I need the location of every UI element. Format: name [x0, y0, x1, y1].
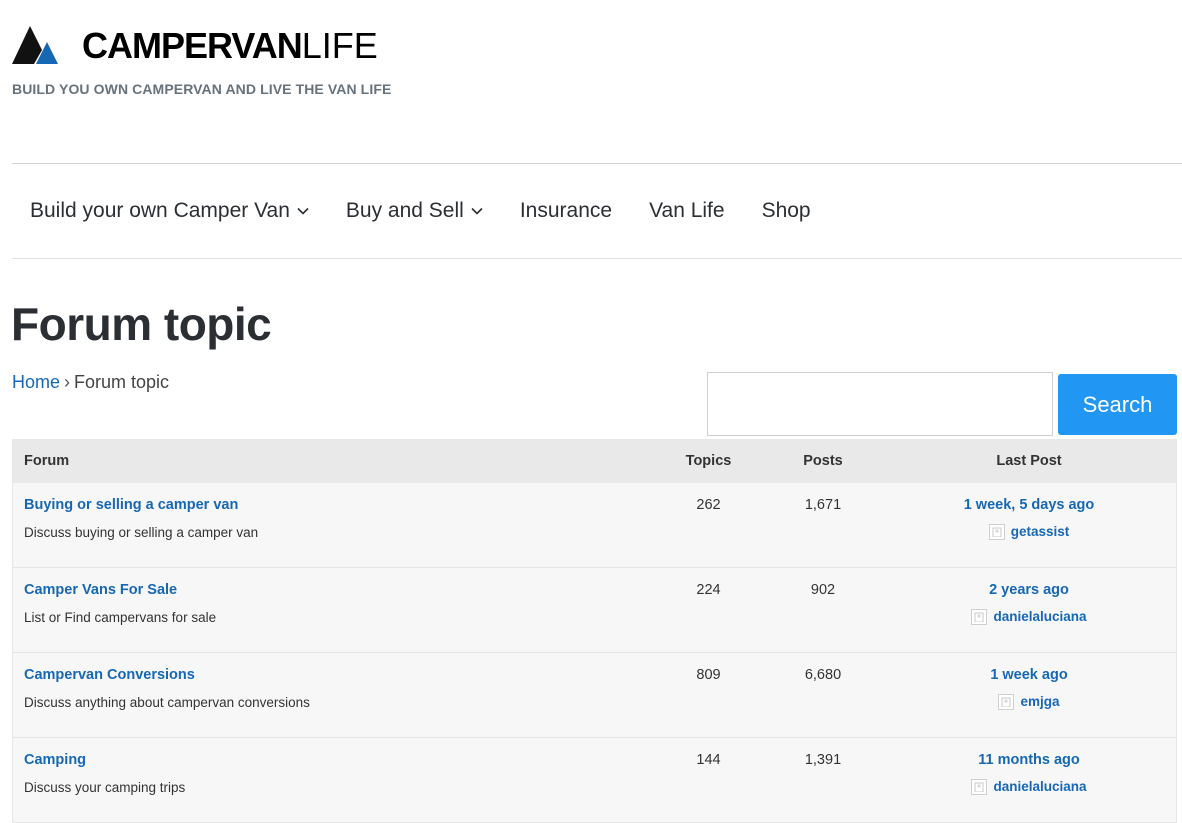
main-navigation: Build your own Camper Van Buy and Sell I… [12, 163, 1182, 259]
mountain-logo-icon [12, 26, 58, 64]
table-row: Camper Vans For Sale List or Find camper… [13, 568, 1176, 653]
topics-count: 224 [696, 582, 721, 598]
last-post-author[interactable]: danielaluciana [971, 609, 1087, 625]
last-post-time-link[interactable]: 2 years ago [882, 582, 1176, 598]
column-header-last-post: Last Post [996, 453, 1062, 469]
author-name: getassist [1010, 524, 1070, 539]
topics-count: 144 [696, 752, 721, 768]
forum-title-link[interactable]: Camping [24, 752, 653, 768]
breadcrumb: Home › Forum topic [12, 372, 169, 393]
table-row: Buying or selling a camper van Discuss b… [13, 483, 1176, 568]
site-logo[interactable]: CAMPERVANLIFE [12, 26, 378, 66]
search-button[interactable]: Search [1058, 374, 1177, 435]
nav-item-label: Insurance [519, 199, 613, 222]
last-post-time-link[interactable]: 1 week, 5 days ago [882, 497, 1176, 513]
table-row: Camping Discuss your camping trips 144 1… [13, 738, 1176, 823]
nav-item-label: Build your own Camper Van [30, 199, 290, 222]
table-row: Campervan Conversions Discuss anything a… [13, 653, 1176, 738]
forum-description: Discuss anything about campervan convers… [24, 695, 310, 710]
last-post-author[interactable]: danielaluciana [971, 779, 1087, 795]
nav-item-shop[interactable]: Shop [762, 199, 811, 223]
last-post-author[interactable]: getassist [988, 524, 1070, 540]
author-name: danielaluciana [993, 609, 1087, 624]
breadcrumb-current: Forum topic [74, 372, 170, 392]
last-post-cell: 2 years ago danielaluciana [882, 582, 1176, 630]
default-avatar-icon [971, 609, 988, 625]
forum-cell: Buying or selling a camper van Discuss b… [13, 497, 653, 541]
posts-count: 902 [810, 582, 836, 598]
breadcrumb-home-link[interactable]: Home [12, 372, 60, 392]
default-avatar-icon [988, 524, 1005, 540]
last-post-cell: 1 week ago emjga [882, 667, 1176, 715]
last-post-cell: 1 week, 5 days ago getassist [882, 497, 1176, 545]
logo-text-bold: CAMPERVAN [82, 25, 303, 66]
nav-item-buy-and-sell[interactable]: Buy and Sell [346, 199, 483, 223]
forum-cell: Camping Discuss your camping trips [13, 752, 653, 796]
forum-cell: Campervan Conversions Discuss anything a… [13, 667, 653, 711]
forum-description: Discuss your camping trips [24, 780, 186, 795]
site-header: CAMPERVANLIFE BUILD YOU OWN CAMPERVAN AN… [12, 26, 391, 97]
last-post-cell: 11 months ago danielaluciana [882, 752, 1176, 800]
last-post-time-link[interactable]: 1 week ago [882, 667, 1176, 683]
breadcrumb-separator: › [64, 372, 71, 392]
author-name: emjga [1020, 694, 1060, 709]
page-title: Forum topic [11, 298, 272, 350]
chevron-down-icon [471, 207, 483, 215]
default-avatar-icon [971, 779, 988, 795]
nav-item-label: Buy and Sell [345, 199, 464, 222]
forum-title-link[interactable]: Buying or selling a camper van [24, 497, 653, 513]
last-post-author[interactable]: emjga [998, 694, 1060, 710]
column-header-posts: Posts [803, 453, 843, 469]
topics-count: 809 [696, 667, 721, 683]
nav-item-label: Van Life [649, 199, 725, 222]
logo-text-light: LIFE [301, 25, 378, 66]
nav-item-insurance[interactable]: Insurance [520, 199, 612, 223]
nav-item-van-life[interactable]: Van Life [649, 199, 725, 223]
forum-title-link[interactable]: Campervan Conversions [24, 667, 653, 683]
forum-table: Forum Topics Posts Last Post Buying or s… [12, 439, 1177, 823]
posts-count: 6,680 [804, 667, 842, 683]
default-avatar-icon [998, 694, 1015, 710]
forum-cell: Camper Vans For Sale List or Find camper… [13, 582, 653, 626]
site-tagline: BUILD YOU OWN CAMPERVAN AND LIVE THE VAN… [12, 81, 392, 97]
chevron-down-icon [297, 207, 309, 215]
forum-description: Discuss buying or selling a camper van [24, 525, 259, 540]
author-name: danielaluciana [993, 779, 1087, 794]
table-header: Forum Topics Posts Last Post [13, 439, 1176, 483]
last-post-time-link[interactable]: 11 months ago [882, 752, 1176, 768]
search-input[interactable] [707, 372, 1053, 436]
topics-count: 262 [696, 497, 721, 513]
column-header-forum: Forum [24, 453, 70, 469]
nav-item-build-your-own[interactable]: Build your own Camper Van [30, 199, 309, 223]
posts-count: 1,671 [804, 497, 842, 513]
posts-count: 1,391 [804, 752, 842, 768]
column-header-topics: Topics [685, 453, 732, 469]
site-logo-text: CAMPERVANLIFE [82, 26, 378, 66]
nav-item-label: Shop [761, 199, 811, 222]
forum-title-link[interactable]: Camper Vans For Sale [24, 582, 653, 598]
forum-description: List or Find campervans for sale [24, 610, 217, 625]
